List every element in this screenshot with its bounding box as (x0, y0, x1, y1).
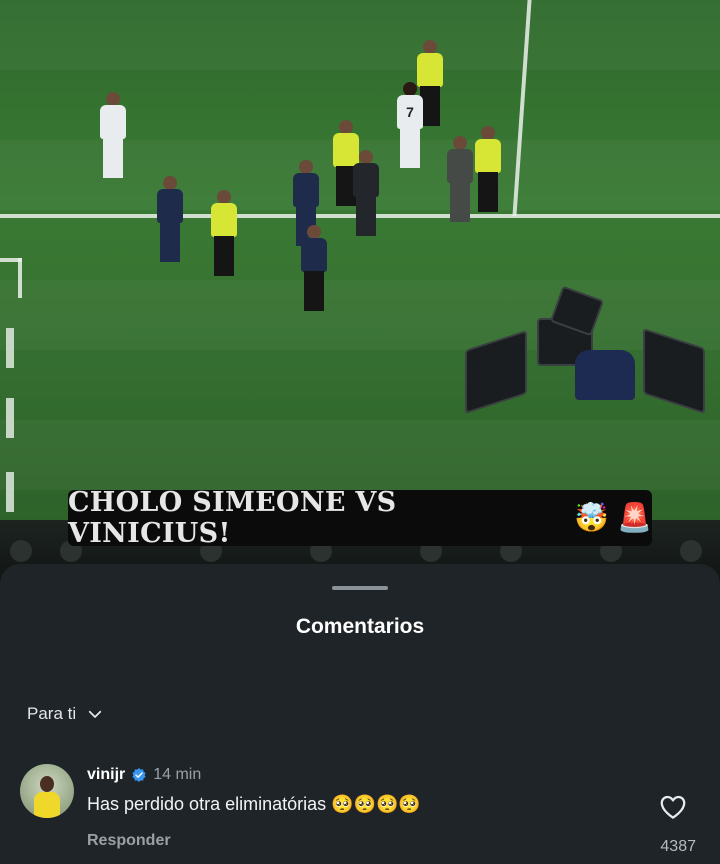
jersey-number: 7 (406, 104, 414, 120)
comment-username[interactable]: vinijr (87, 766, 125, 784)
technical-area-line (18, 258, 22, 298)
avatar[interactable] (20, 764, 74, 818)
reply-button[interactable]: Responder (87, 832, 171, 850)
comments-sheet: Comentarios Para ti vinijr 14 min Has pe… (0, 564, 720, 864)
heart-icon[interactable] (658, 792, 688, 822)
comment-time: 14 min (153, 766, 202, 783)
sheet-grabber[interactable] (332, 586, 388, 590)
video-caption: CHOLO SIMEONE VS VINICIUS! 🤯 🚨 (68, 487, 652, 549)
coach-figure (348, 150, 384, 260)
comment-text: Has perdido otra eliminatórias 🥺🥺🥺🥺 (87, 794, 421, 814)
siren-icon: 🚨 (617, 502, 652, 533)
staff-figure (296, 225, 332, 335)
referee-figure (206, 190, 242, 300)
staff-figure (442, 136, 478, 246)
sort-filter-button[interactable]: Para ti (27, 704, 104, 724)
like-count: 4387 (660, 838, 696, 855)
sheet-title: Comentarios (295, 615, 425, 638)
caption-text: CHOLO SIMEONE VS VINICIUS! (68, 487, 397, 549)
dashed-line (6, 398, 14, 438)
filter-label: Para ti (27, 704, 77, 723)
video-player[interactable]: 7 CHOLO SIMEONE VS VINICIUS! � (0, 0, 720, 580)
chevron-down-icon (88, 710, 102, 718)
verified-badge-icon (132, 768, 146, 782)
player-figure (95, 92, 131, 192)
player-figure: 7 (392, 82, 428, 182)
camera-rig (465, 285, 705, 420)
comment-item: vinijr 14 min Has perdido otra eliminató… (20, 762, 700, 858)
dashed-line (6, 472, 14, 512)
staff-figure (152, 176, 188, 286)
comment-header: vinijr 14 min (87, 766, 201, 784)
dashed-line (6, 328, 14, 368)
exploding-head-icon: 🤯 (574, 502, 610, 533)
